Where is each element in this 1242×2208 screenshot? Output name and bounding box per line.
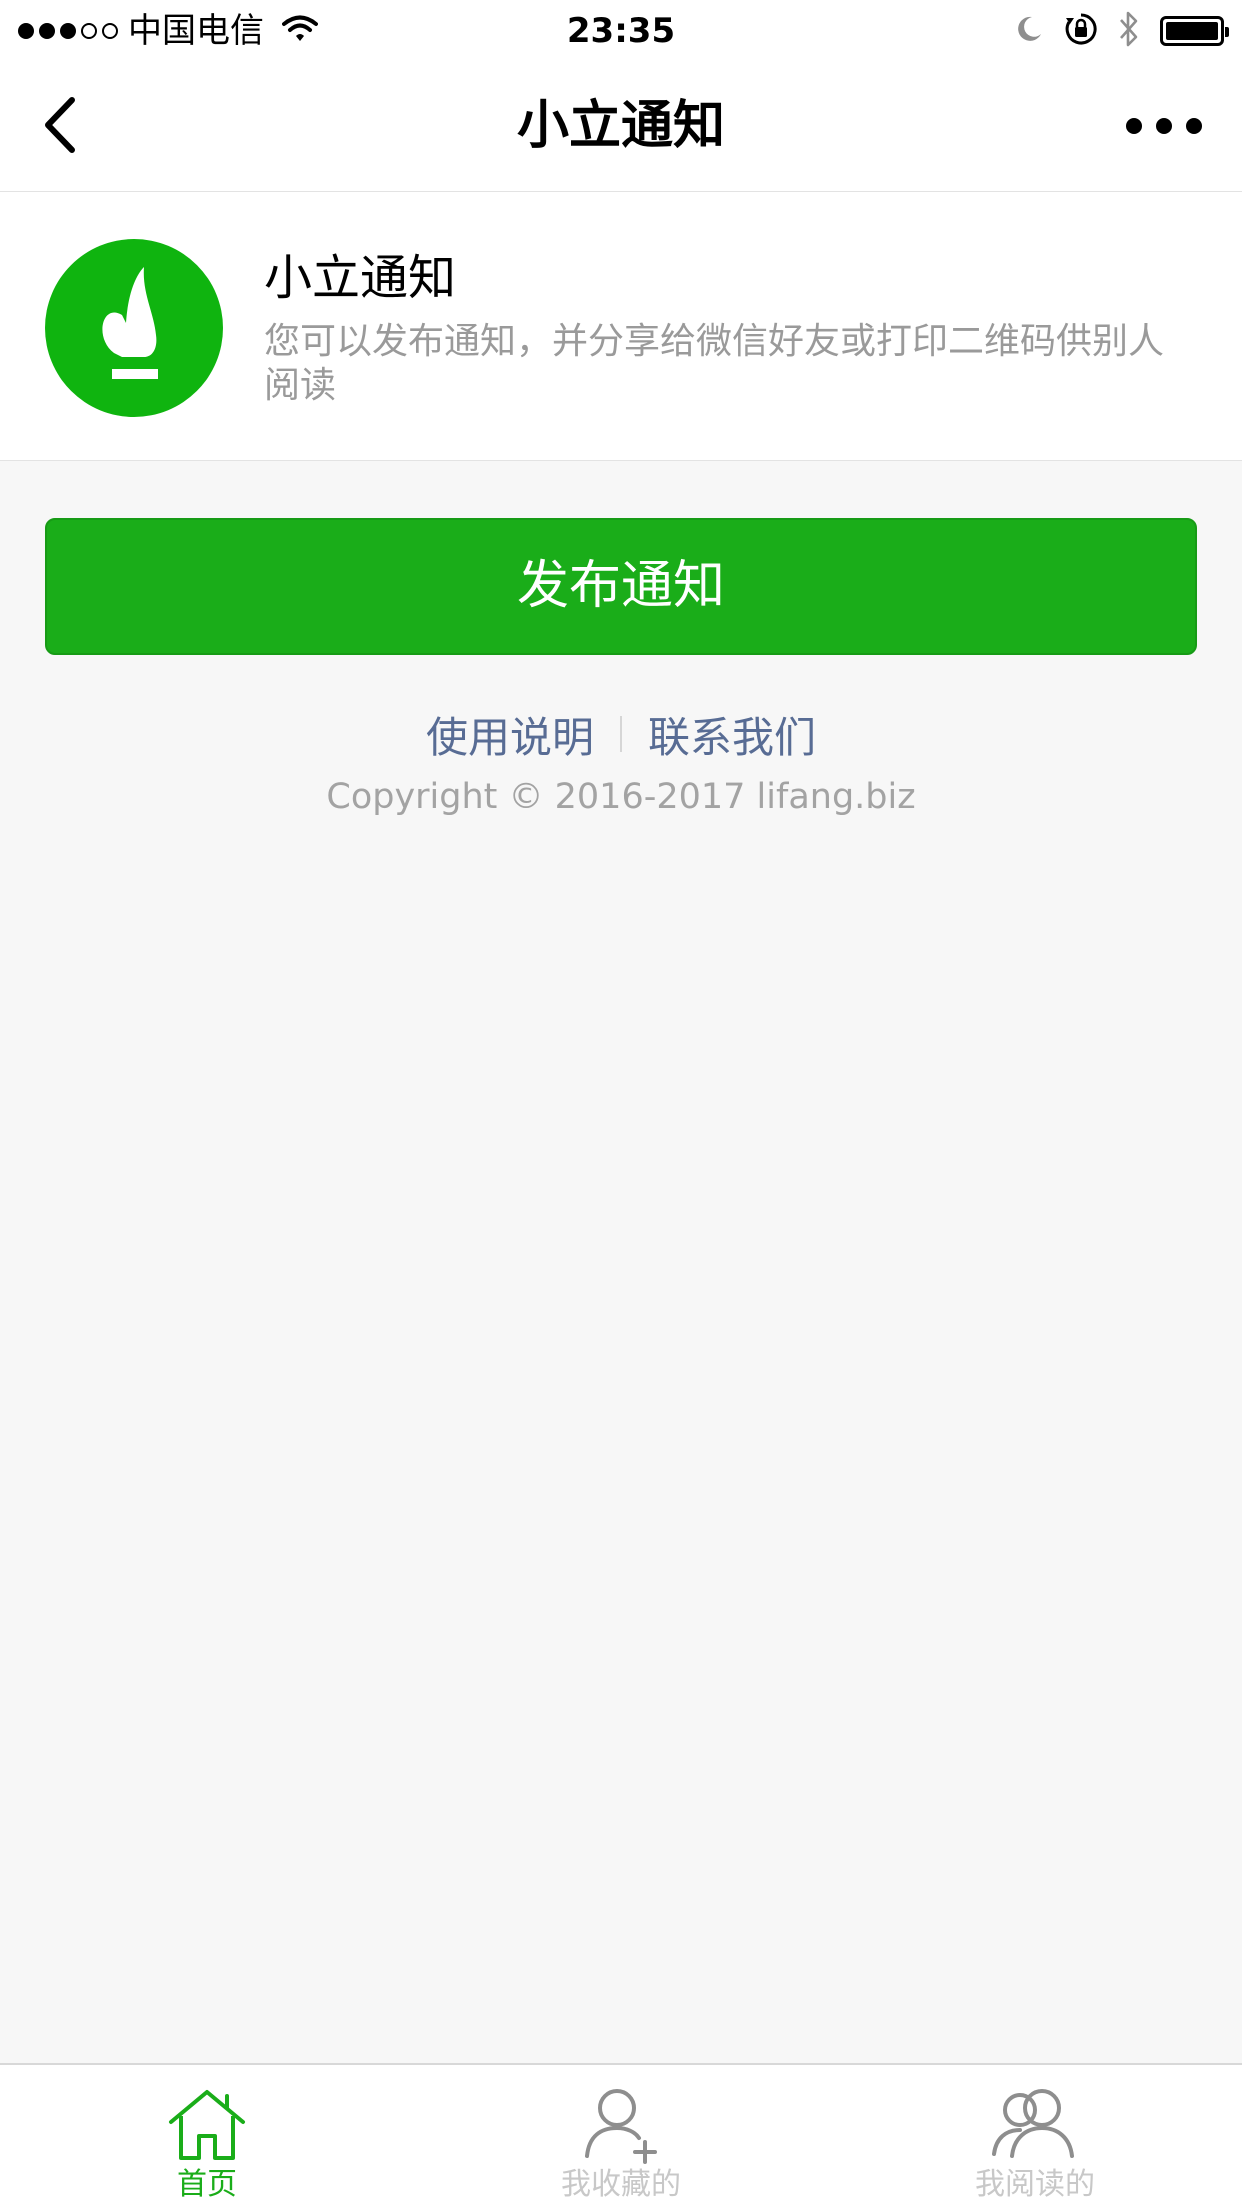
battery-icon	[1160, 16, 1229, 46]
tab-home[interactable]: 首页	[0, 2065, 414, 2208]
app-info-card: 小立通知 您可以发布通知，并分享给微信好友或打印二维码供别人阅读	[0, 192, 1242, 461]
home-icon	[162, 2083, 252, 2165]
publish-notice-button[interactable]: 发布通知	[45, 518, 1197, 655]
navigation-bar: 小立通知	[0, 62, 1242, 192]
tab-favorites[interactable]: 我收藏的	[414, 2065, 828, 2208]
page-title: 小立通知	[516, 96, 725, 156]
more-dot	[1186, 118, 1202, 134]
copyright-text: Copyright © 2016-2017 lifang.biz	[326, 777, 916, 817]
bluetooth-icon	[1118, 10, 1140, 52]
back-button[interactable]	[30, 90, 90, 160]
add-user-icon	[576, 2083, 666, 2165]
more-dot	[1156, 118, 1172, 134]
app-logo	[45, 239, 223, 417]
tab-home-label: 首页	[177, 2167, 237, 2202]
status-right	[1014, 8, 1229, 54]
app-description: 您可以发布通知，并分享给微信好友或打印二维码供别人阅读	[264, 321, 1165, 406]
app-name: 小立通知	[264, 250, 457, 306]
rotation-lock-icon	[1064, 12, 1098, 50]
link-divider	[620, 716, 622, 752]
instructions-link[interactable]: 使用说明	[426, 704, 594, 765]
group-icon	[990, 2083, 1080, 2165]
tab-read[interactable]: 我阅读的	[828, 2065, 1242, 2208]
more-options-button[interactable]	[1126, 106, 1202, 146]
tab-read-label: 我阅读的	[975, 2167, 1095, 2202]
tab-favorites-label: 我收藏的	[561, 2167, 681, 2202]
footer-links: 使用说明 联系我们	[0, 706, 1242, 762]
logo-icon	[102, 267, 158, 379]
more-dot	[1126, 118, 1142, 134]
tab-bar: 首页 我收藏的 我阅读的	[0, 2063, 1242, 2208]
moon-icon	[1014, 14, 1044, 48]
contact-us-link[interactable]: 联系我们	[648, 704, 816, 765]
status-bar: 中国电信 23:35	[0, 0, 1242, 62]
chevron-left-icon	[45, 97, 75, 153]
